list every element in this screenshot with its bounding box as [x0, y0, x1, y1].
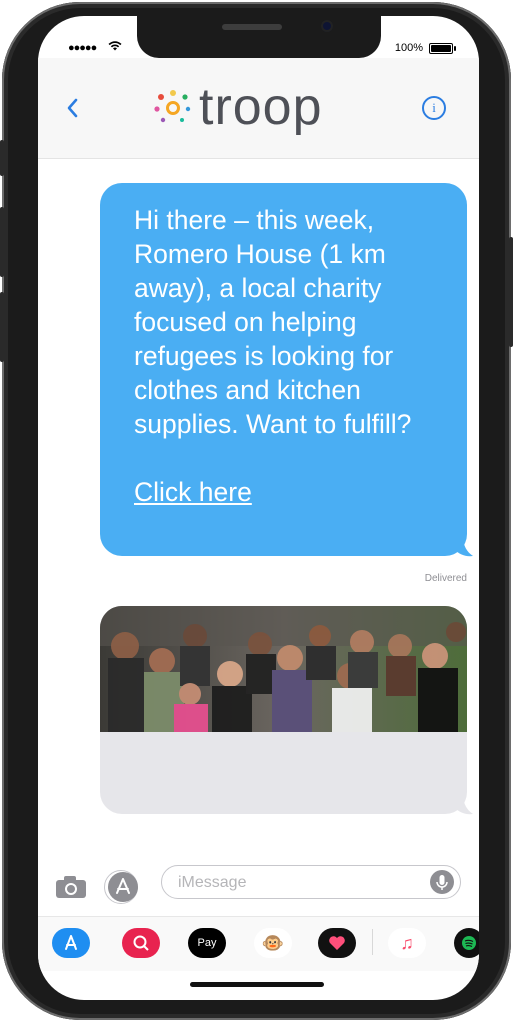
volume-up-button: [0, 207, 4, 277]
wifi-icon: [108, 40, 122, 54]
troop-logo: troop: [153, 78, 323, 136]
app-store-icon[interactable]: [108, 872, 138, 902]
battery-percentage: 100%: [394, 42, 423, 54]
battery-icon: [429, 43, 456, 54]
imessage-app-drawer: Pay 🐵 ♫: [38, 916, 479, 971]
search-images-icon[interactable]: [122, 928, 160, 958]
drawer-divider: [372, 929, 373, 955]
apple-pay-label: Pay: [197, 937, 217, 949]
chevron-left-icon[interactable]: [61, 95, 87, 121]
earpiece-speaker: [222, 24, 282, 30]
app-store-icon[interactable]: [52, 928, 90, 958]
message-text: Hi there – this week, Romero House (1 km…: [134, 205, 412, 439]
outgoing-bubble-tail: [455, 536, 473, 557]
click-here-link[interactable]: Click here: [134, 475, 437, 509]
spotify-icon[interactable]: [454, 928, 479, 958]
screen: ●●●●● 100% troop i Hi there – this week,…: [38, 16, 479, 1000]
logo-text: troop: [199, 78, 323, 136]
digital-touch-icon[interactable]: [318, 928, 356, 958]
music-glyph: ♫: [400, 932, 414, 953]
microphone-icon[interactable]: [430, 870, 454, 894]
front-camera: [321, 20, 333, 32]
music-icon[interactable]: ♫: [388, 928, 426, 958]
power-button: [509, 237, 513, 347]
signal-icon: ●●●●●: [68, 42, 97, 54]
link-preview-bubble[interactable]: [100, 606, 467, 814]
home-indicator[interactable]: [190, 982, 324, 987]
imessage-input[interactable]: iMessage: [161, 865, 461, 899]
group-photo: [100, 606, 467, 732]
mute-switch: [0, 140, 4, 176]
camera-icon[interactable]: [54, 874, 88, 900]
info-icon[interactable]: i: [422, 96, 446, 120]
outgoing-message-bubble: Hi there – this week, Romero House (1 km…: [100, 183, 467, 556]
incoming-bubble-tail: [455, 794, 473, 815]
phone-frame: ●●●●● 100% troop i Hi there – this week,…: [0, 2, 513, 1020]
apple-pay-icon[interactable]: Pay: [188, 928, 226, 958]
troop-logo-icon: [154, 90, 191, 123]
conversation-header: troop i: [38, 58, 479, 159]
notch: [137, 16, 381, 58]
animoji-monkey-icon[interactable]: 🐵: [254, 928, 292, 958]
message-input-bar: iMessage: [38, 864, 479, 912]
animoji-monkey-glyph: 🐵: [261, 932, 285, 953]
volume-down-button: [0, 292, 4, 362]
delivered-status: Delivered: [424, 573, 467, 584]
imessage-placeholder: iMessage: [178, 874, 247, 891]
